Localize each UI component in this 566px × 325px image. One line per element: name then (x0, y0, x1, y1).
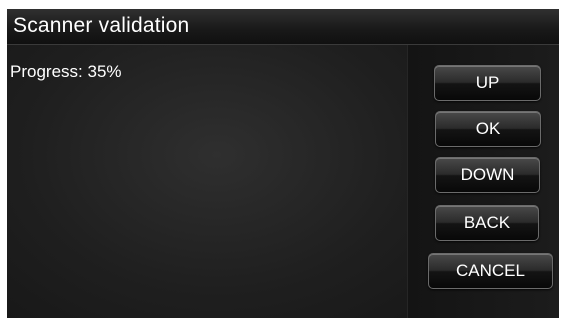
up-button[interactable]: UP (434, 65, 541, 101)
button-panel: UP OK DOWN BACK CANCEL (407, 45, 559, 318)
title-bar: Scanner validation (7, 9, 559, 45)
down-button[interactable]: DOWN (435, 157, 540, 193)
back-button[interactable]: BACK (435, 205, 539, 241)
page-title: Scanner validation (13, 14, 190, 37)
progress-value: 35% (87, 62, 122, 81)
progress-status: Progress: 35% (10, 62, 122, 82)
control-panel-screen: Scanner validation Progress: 35% UP OK D… (7, 9, 559, 318)
progress-label: Progress: (10, 62, 83, 81)
main-content-area: Progress: 35% (7, 45, 407, 318)
cancel-button[interactable]: CANCEL (428, 253, 553, 289)
ok-button[interactable]: OK (435, 111, 541, 147)
